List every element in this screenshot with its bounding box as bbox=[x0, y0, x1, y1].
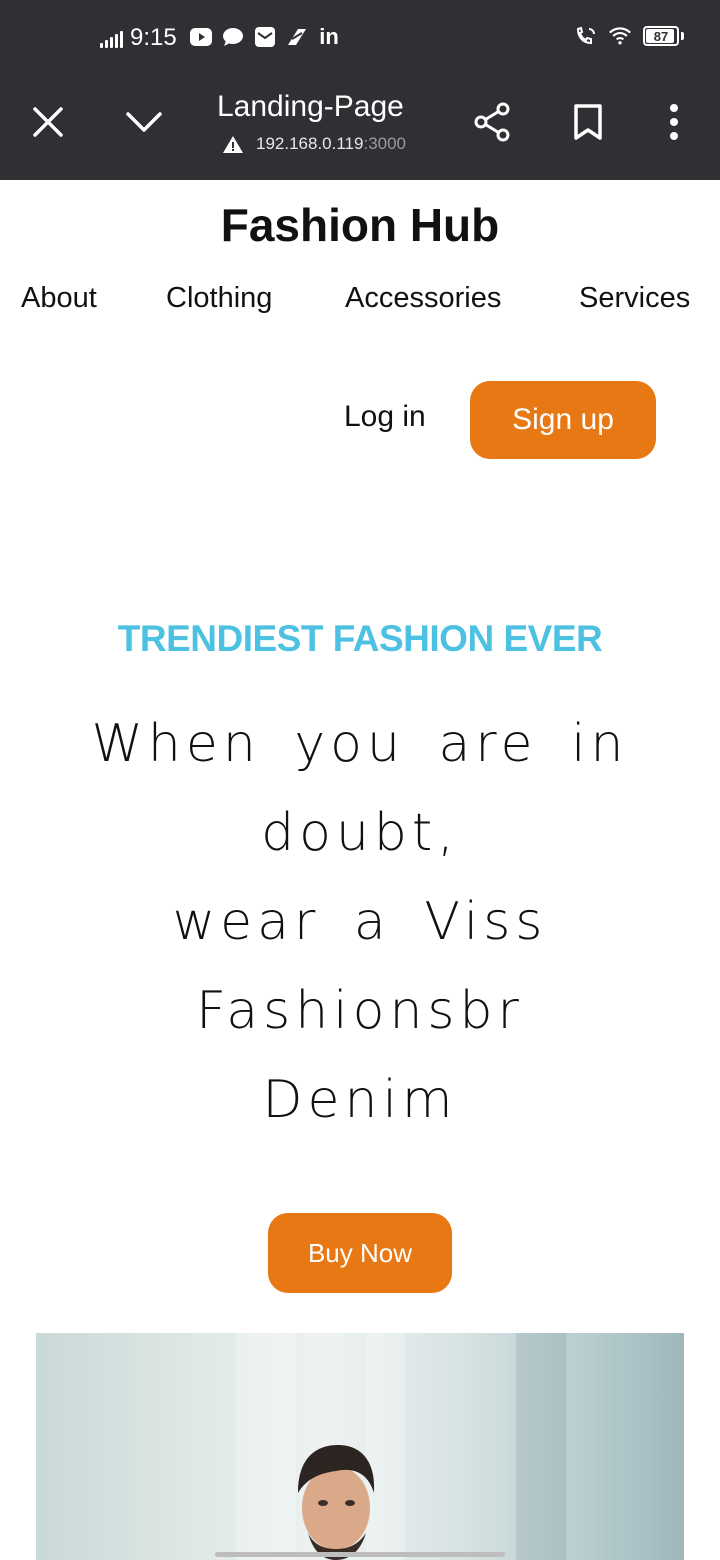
close-tab-button[interactable] bbox=[18, 98, 78, 146]
hero-photo bbox=[36, 1333, 684, 1560]
hero-heading: When you are in doubt, wear a Viss Fashi… bbox=[60, 700, 660, 1145]
hero-line: Denim bbox=[262, 1070, 458, 1130]
url-port: :3000 bbox=[363, 134, 407, 153]
chevron-down-icon bbox=[126, 112, 162, 132]
nav-about[interactable]: About bbox=[21, 282, 97, 315]
person-figure bbox=[298, 1445, 375, 1560]
battery-icon: 87 bbox=[643, 26, 679, 46]
signal-icon bbox=[100, 30, 124, 48]
youtube-icon bbox=[190, 26, 212, 48]
gesture-bar bbox=[215, 1552, 505, 1557]
system-icons: 87 bbox=[575, 25, 684, 47]
url-host: 192.168.0.119 bbox=[256, 134, 364, 153]
tagline: TRENDIEST FASHION EVER bbox=[117, 618, 603, 659]
hero-line: doubt, bbox=[261, 803, 459, 863]
login-link[interactable]: Log in bbox=[344, 400, 426, 434]
bookmark-icon bbox=[574, 104, 602, 140]
status-bar: 9:15 in 87 bbox=[0, 0, 720, 78]
bookmark-button[interactable] bbox=[558, 98, 618, 146]
mail-icon bbox=[254, 26, 276, 48]
minimize-button[interactable] bbox=[114, 98, 174, 146]
app-icon bbox=[286, 26, 308, 48]
wifi-icon bbox=[609, 25, 631, 47]
signup-button[interactable]: Sign up bbox=[470, 381, 656, 459]
hero-line: Fashionsbr bbox=[196, 981, 524, 1041]
chat-icon bbox=[222, 26, 244, 48]
nav-services[interactable]: Services bbox=[579, 282, 690, 315]
close-icon bbox=[33, 107, 63, 137]
nav-clothing[interactable]: Clothing bbox=[166, 282, 272, 315]
page-title: Landing-Page bbox=[217, 90, 404, 123]
nav-accessories[interactable]: Accessories bbox=[345, 282, 501, 315]
address-bar[interactable]: 192.168.0.119:3000 bbox=[222, 134, 406, 154]
hero-line: When you are in bbox=[91, 714, 629, 774]
linkedin-icon: in bbox=[319, 24, 339, 49]
share-button[interactable] bbox=[462, 98, 522, 146]
brand-logo[interactable]: Fashion Hub bbox=[0, 198, 720, 252]
main-nav: About Clothing Accessories Services bbox=[0, 282, 720, 326]
warning-icon bbox=[223, 135, 243, 153]
share-icon bbox=[474, 102, 510, 142]
more-menu-button[interactable] bbox=[644, 98, 704, 146]
hero-line: wear a Viss bbox=[172, 892, 548, 952]
battery-level: 87 bbox=[653, 28, 669, 44]
notification-icons: in bbox=[190, 26, 340, 48]
browser-toolbar: Landing-Page 192.168.0.119:3000 bbox=[0, 78, 720, 180]
buy-now-button[interactable]: Buy Now bbox=[268, 1213, 452, 1293]
status-time: 9:15 bbox=[130, 24, 177, 51]
more-vertical-icon bbox=[670, 104, 678, 140]
wifi-call-icon bbox=[575, 25, 597, 47]
